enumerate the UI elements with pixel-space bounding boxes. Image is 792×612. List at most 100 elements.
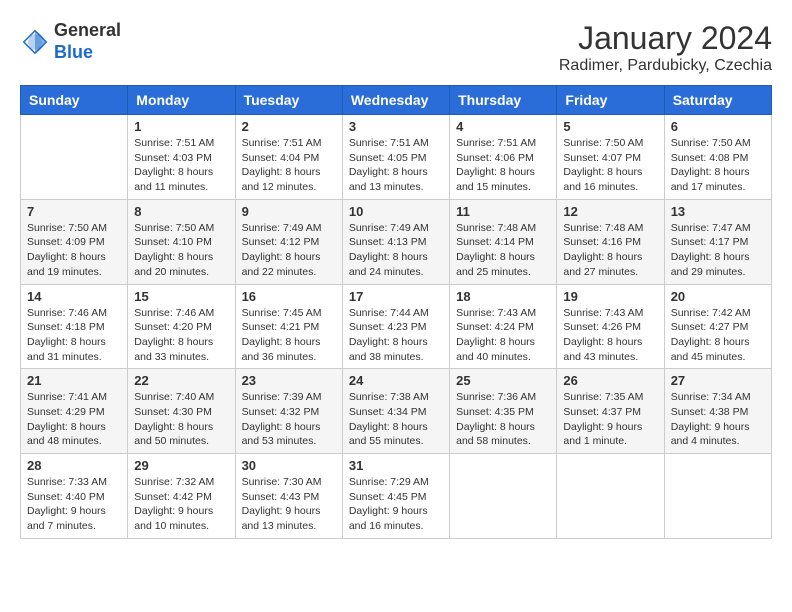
day-number: 23: [242, 373, 336, 388]
day-info: Sunrise: 7:32 AMSunset: 4:42 PMDaylight:…: [134, 475, 228, 534]
week-row-2: 7 Sunrise: 7:50 AMSunset: 4:09 PMDaylight…: [21, 199, 772, 284]
day-number: 2: [242, 119, 336, 134]
day-number: 26: [563, 373, 657, 388]
calendar-cell: 28 Sunrise: 7:33 AMSunset: 4:40 PMDayligh…: [21, 454, 128, 539]
day-info: Sunrise: 7:38 AMSunset: 4:34 PMDaylight:…: [349, 390, 443, 449]
day-number: 29: [134, 458, 228, 473]
day-info: Sunrise: 7:49 AMSunset: 4:13 PMDaylight:…: [349, 221, 443, 280]
header-row: SundayMondayTuesdayWednesdayThursdayFrid…: [21, 86, 772, 115]
day-number: 9: [242, 204, 336, 219]
logo-blue: Blue: [54, 42, 121, 64]
calendar-cell: 3 Sunrise: 7:51 AMSunset: 4:05 PMDaylight…: [342, 115, 449, 200]
day-number: 30: [242, 458, 336, 473]
calendar-cell: 31 Sunrise: 7:29 AMSunset: 4:45 PMDayligh…: [342, 454, 449, 539]
calendar-cell: 7 Sunrise: 7:50 AMSunset: 4:09 PMDaylight…: [21, 199, 128, 284]
day-number: 11: [456, 204, 550, 219]
calendar-cell: 9 Sunrise: 7:49 AMSunset: 4:12 PMDaylight…: [235, 199, 342, 284]
header-day-thursday: Thursday: [450, 86, 557, 115]
day-number: 24: [349, 373, 443, 388]
header-day-tuesday: Tuesday: [235, 86, 342, 115]
day-info: Sunrise: 7:46 AMSunset: 4:18 PMDaylight:…: [27, 306, 121, 365]
calendar-cell: 12 Sunrise: 7:48 AMSunset: 4:16 PMDayligh…: [557, 199, 664, 284]
calendar-cell: 2 Sunrise: 7:51 AMSunset: 4:04 PMDaylight…: [235, 115, 342, 200]
day-info: Sunrise: 7:43 AMSunset: 4:26 PMDaylight:…: [563, 306, 657, 365]
calendar-cell: 21Sunrise: 7:41 AMSunset: 4:29 PMDayligh…: [21, 369, 128, 454]
calendar-cell: [450, 454, 557, 539]
day-number: 1: [134, 119, 228, 134]
page-header: General Blue January 2024 Radimer, Pardu…: [20, 20, 772, 75]
day-info: Sunrise: 7:29 AMSunset: 4:45 PMDaylight:…: [349, 475, 443, 534]
day-info: Sunrise: 7:34 AMSunset: 4:38 PMDaylight:…: [671, 390, 765, 449]
day-info: Sunrise: 7:50 AMSunset: 4:08 PMDaylight:…: [671, 136, 765, 195]
day-number: 13: [671, 204, 765, 219]
title-block: January 2024 Radimer, Pardubicky, Czechi…: [559, 20, 772, 75]
calendar-cell: 30Sunrise: 7:30 AMSunset: 4:43 PMDayligh…: [235, 454, 342, 539]
day-number: 28: [27, 458, 121, 473]
calendar-cell: 24 Sunrise: 7:38 AMSunset: 4:34 PMDayligh…: [342, 369, 449, 454]
calendar-cell: 20 Sunrise: 7:42 AMSunset: 4:27 PMDayligh…: [664, 284, 771, 369]
calendar-cell: 6 Sunrise: 7:50 AMSunset: 4:08 PMDaylight…: [664, 115, 771, 200]
calendar-cell: 8 Sunrise: 7:50 AMSunset: 4:10 PMDaylight…: [128, 199, 235, 284]
day-info: Sunrise: 7:50 AMSunset: 4:09 PMDaylight:…: [27, 221, 121, 280]
logo: General Blue: [20, 20, 121, 63]
calendar-table: SundayMondayTuesdayWednesdayThursdayFrid…: [20, 85, 772, 539]
day-info: Sunrise: 7:51 AMSunset: 4:06 PMDaylight:…: [456, 136, 550, 195]
calendar-cell: 5 Sunrise: 7:50 AMSunset: 4:07 PMDaylight…: [557, 115, 664, 200]
day-info: Sunrise: 7:39 AMSunset: 4:32 PMDaylight:…: [242, 390, 336, 449]
day-number: 25: [456, 373, 550, 388]
day-number: 8: [134, 204, 228, 219]
calendar-cell: [557, 454, 664, 539]
calendar-cell: 26 Sunrise: 7:35 AMSunset: 4:37 PMDayligh…: [557, 369, 664, 454]
calendar-cell: [664, 454, 771, 539]
day-info: Sunrise: 7:49 AMSunset: 4:12 PMDaylight:…: [242, 221, 336, 280]
day-number: 12: [563, 204, 657, 219]
day-number: 27: [671, 373, 765, 388]
day-info: Sunrise: 7:33 AMSunset: 4:40 PMDaylight:…: [27, 475, 121, 534]
day-info: Sunrise: 7:35 AMSunset: 4:37 PMDaylight:…: [563, 390, 657, 449]
day-number: 6: [671, 119, 765, 134]
day-number: 3: [349, 119, 443, 134]
header-day-saturday: Saturday: [664, 86, 771, 115]
week-row-5: 28 Sunrise: 7:33 AMSunset: 4:40 PMDayligh…: [21, 454, 772, 539]
day-info: Sunrise: 7:50 AMSunset: 4:10 PMDaylight:…: [134, 221, 228, 280]
calendar-cell: 19 Sunrise: 7:43 AMSunset: 4:26 PMDayligh…: [557, 284, 664, 369]
day-info: Sunrise: 7:51 AMSunset: 4:05 PMDaylight:…: [349, 136, 443, 195]
day-info: Sunrise: 7:45 AMSunset: 4:21 PMDaylight:…: [242, 306, 336, 365]
day-info: Sunrise: 7:48 AMSunset: 4:16 PMDaylight:…: [563, 221, 657, 280]
day-info: Sunrise: 7:44 AMSunset: 4:23 PMDaylight:…: [349, 306, 443, 365]
day-number: 31: [349, 458, 443, 473]
calendar-cell: 13Sunrise: 7:47 AMSunset: 4:17 PMDayligh…: [664, 199, 771, 284]
logo-icon: [20, 27, 50, 57]
calendar-cell: 18Sunrise: 7:43 AMSunset: 4:24 PMDayligh…: [450, 284, 557, 369]
day-info: Sunrise: 7:50 AMSunset: 4:07 PMDaylight:…: [563, 136, 657, 195]
day-number: 4: [456, 119, 550, 134]
calendar-cell: 23 Sunrise: 7:39 AMSunset: 4:32 PMDayligh…: [235, 369, 342, 454]
calendar-cell: 1Sunrise: 7:51 AMSunset: 4:03 PMDaylight…: [128, 115, 235, 200]
header-day-monday: Monday: [128, 86, 235, 115]
calendar-cell: 11 Sunrise: 7:48 AMSunset: 4:14 PMDayligh…: [450, 199, 557, 284]
day-number: 5: [563, 119, 657, 134]
day-info: Sunrise: 7:40 AMSunset: 4:30 PMDaylight:…: [134, 390, 228, 449]
day-number: 18: [456, 289, 550, 304]
calendar-cell: 14 Sunrise: 7:46 AMSunset: 4:18 PMDayligh…: [21, 284, 128, 369]
header-day-friday: Friday: [557, 86, 664, 115]
calendar-header: SundayMondayTuesdayWednesdayThursdayFrid…: [21, 86, 772, 115]
day-number: 14: [27, 289, 121, 304]
calendar-body: 1Sunrise: 7:51 AMSunset: 4:03 PMDaylight…: [21, 115, 772, 539]
day-number: 20: [671, 289, 765, 304]
week-row-1: 1Sunrise: 7:51 AMSunset: 4:03 PMDaylight…: [21, 115, 772, 200]
day-info: Sunrise: 7:48 AMSunset: 4:14 PMDaylight:…: [456, 221, 550, 280]
day-number: 22: [134, 373, 228, 388]
day-info: Sunrise: 7:51 AMSunset: 4:04 PMDaylight:…: [242, 136, 336, 195]
header-day-wednesday: Wednesday: [342, 86, 449, 115]
day-number: 19: [563, 289, 657, 304]
day-number: 16: [242, 289, 336, 304]
week-row-3: 14 Sunrise: 7:46 AMSunset: 4:18 PMDayligh…: [21, 284, 772, 369]
calendar-cell: 22 Sunrise: 7:40 AMSunset: 4:30 PMDayligh…: [128, 369, 235, 454]
calendar-cell: 4 Sunrise: 7:51 AMSunset: 4:06 PMDaylight…: [450, 115, 557, 200]
day-info: Sunrise: 7:42 AMSunset: 4:27 PMDaylight:…: [671, 306, 765, 365]
header-day-sunday: Sunday: [21, 86, 128, 115]
day-number: 7: [27, 204, 121, 219]
day-number: 15: [134, 289, 228, 304]
week-row-4: 21Sunrise: 7:41 AMSunset: 4:29 PMDayligh…: [21, 369, 772, 454]
